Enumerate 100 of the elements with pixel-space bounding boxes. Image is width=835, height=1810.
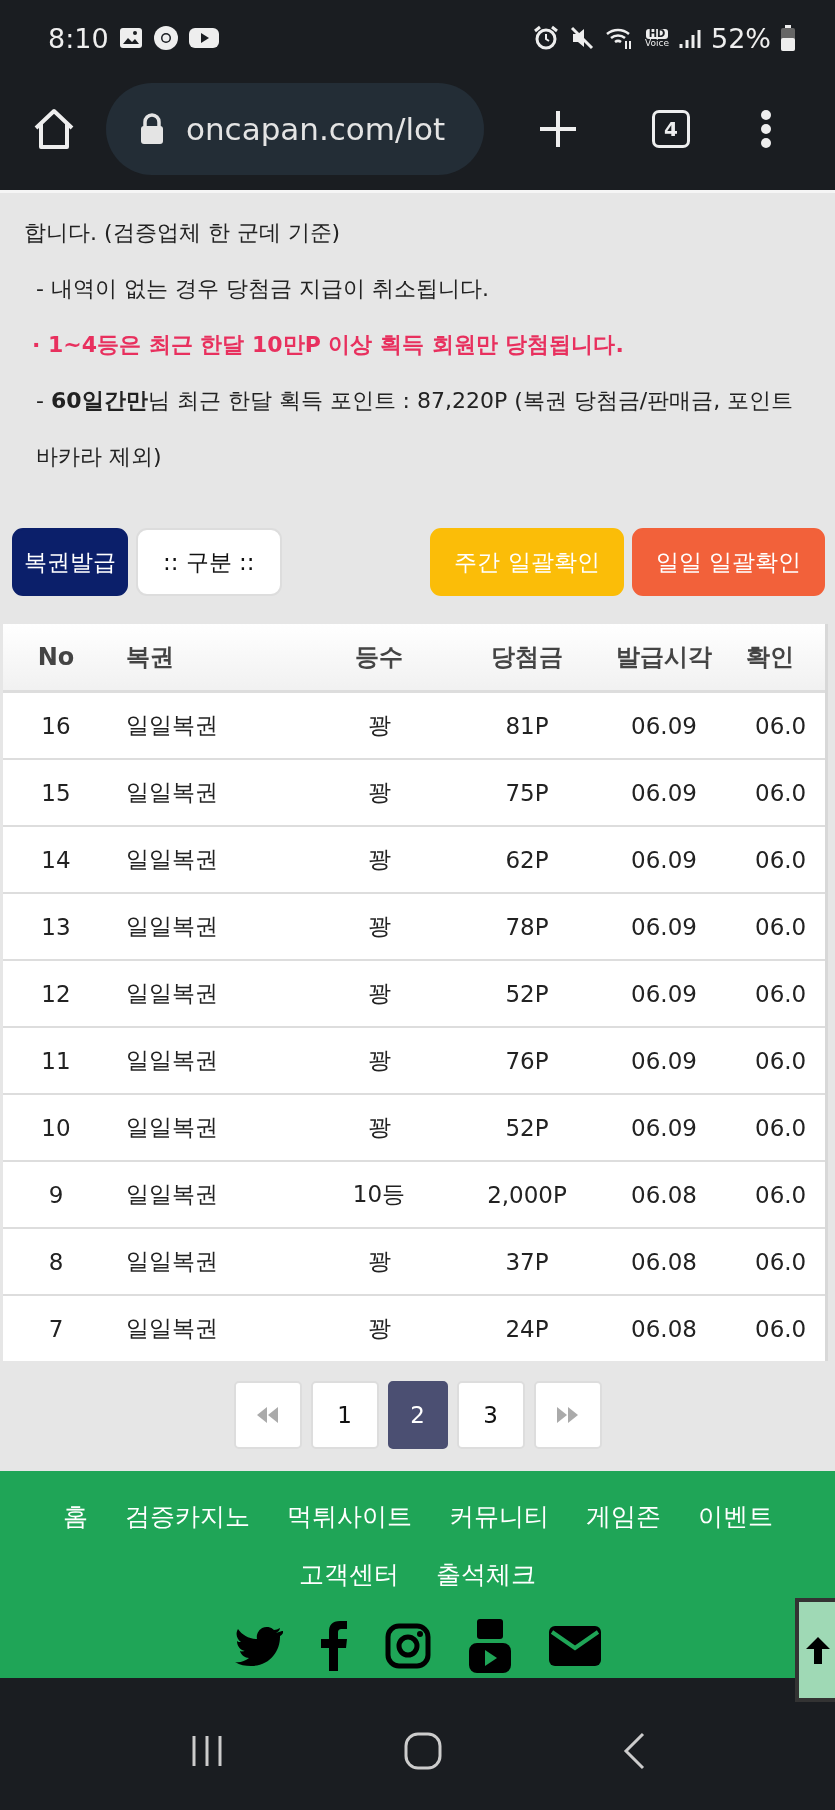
footer-link[interactable]: 홈 [62, 1493, 88, 1541]
table-cell: 06.09 [585, 1094, 743, 1161]
up-arrow-icon [804, 1635, 832, 1665]
bird-icon[interactable] [234, 1626, 283, 1666]
table-cell: 76P [469, 1027, 585, 1094]
address-bar[interactable]: oncapan.com/lot [106, 83, 484, 175]
table-cell: 꽝 [289, 1295, 469, 1361]
page-button[interactable]: 2 [387, 1381, 448, 1449]
table-cell: 06.09 [585, 960, 743, 1027]
battery-icon [781, 25, 795, 51]
last-page-icon [556, 1407, 579, 1423]
table-cell: 일일복권 [109, 960, 289, 1027]
table-cell: 꽝 [289, 759, 469, 826]
table-cell: 06.0 [743, 759, 825, 826]
footer-link[interactable]: 고객센터 [299, 1551, 399, 1599]
tab-count-button[interactable]: 4 [652, 110, 690, 148]
recent-apps-icon[interactable] [190, 1733, 225, 1768]
table-cell: 06.0 [743, 893, 825, 960]
table-cell: 06.0 [743, 1027, 825, 1094]
footer-link[interactable]: 출석체크 [436, 1551, 536, 1599]
table-cell: 78P [469, 893, 585, 960]
table-cell: 일일복권 [109, 1027, 289, 1094]
notice-text: - 60일간만님 최근 한달 획득 포인트 : 87,220P (복권 당첨금/판매금, 포인트 바카라 제외) [35, 387, 795, 471]
home-button-icon[interactable] [404, 1731, 443, 1770]
table-cell: 꽝 [289, 893, 469, 960]
alarm-icon [533, 25, 560, 51]
table-cell: 06.09 [585, 826, 743, 893]
footer-link[interactable]: 이벤트 [697, 1493, 773, 1541]
table-cell: 11 [3, 1027, 109, 1094]
table-cell: 일일복권 [109, 1295, 289, 1361]
table-cell: 81P [469, 691, 585, 759]
table-cell: 일일복권 [109, 893, 289, 960]
action-button[interactable]: 복권발급 [12, 528, 128, 596]
footer-link[interactable]: 커뮤니티 [448, 1493, 549, 1541]
lock-icon [140, 113, 164, 145]
table-cell: 일일복권 [109, 1161, 289, 1228]
table-cell: 24P [469, 1295, 585, 1361]
table-cell: 12 [3, 960, 109, 1027]
table-cell: 꽝 [289, 1228, 469, 1295]
table-cell: 06.0 [743, 1161, 825, 1228]
table-cell: 일일복권 [109, 1094, 289, 1161]
table-cell: 일일복권 [109, 691, 289, 759]
table-cell: 06.08 [585, 1161, 743, 1228]
action-button[interactable]: 주간 일괄확인 [430, 528, 624, 596]
table-cell: 13 [3, 893, 109, 960]
page-button[interactable]: 3 [456, 1381, 525, 1449]
table-cell: 꽝 [289, 1027, 469, 1094]
table-cell: 10 [3, 1094, 109, 1161]
table-cell: 37P [469, 1228, 585, 1295]
table-cell: 06.09 [585, 893, 743, 960]
more-menu-icon[interactable] [760, 109, 772, 149]
table-cell: 9 [3, 1161, 109, 1228]
table-cell: 2,000P [469, 1161, 585, 1228]
first-page-icon [256, 1407, 279, 1423]
video-logo-icon[interactable] [468, 1619, 511, 1673]
video-play-icon [188, 27, 219, 49]
table-cell: 06.08 [585, 1228, 743, 1295]
plus-icon[interactable] [538, 109, 578, 149]
table-cell: 52P [469, 1094, 585, 1161]
footer-link[interactable]: 먹튀사이트 [286, 1493, 412, 1541]
facebook-icon[interactable] [320, 1621, 347, 1671]
table-cell: 일일복권 [109, 826, 289, 893]
action-button[interactable]: 일일 일괄확인 [631, 528, 825, 596]
table-cell: 06.0 [743, 1295, 825, 1361]
mail-icon[interactable] [548, 1626, 601, 1666]
table-cell: 62P [469, 826, 585, 893]
table-cell: 꽝 [289, 691, 469, 759]
table-cell: 꽝 [289, 826, 469, 893]
notice-text: · 1~4등은 최근 한달 10만P 이상 획득 회원만 당첨됩니다. [31, 331, 625, 359]
footer-link[interactable]: 검증카지노 [124, 1493, 250, 1541]
table-cell: 꽝 [289, 960, 469, 1027]
table-cell: 15 [3, 759, 109, 826]
table-cell: 06.0 [743, 960, 825, 1027]
scroll-top-button[interactable] [795, 1598, 835, 1702]
table-cell: 8 [3, 1228, 109, 1295]
image-icon [118, 27, 143, 49]
table-cell: 꽝 [289, 1094, 469, 1161]
table-cell: 일일복권 [109, 759, 289, 826]
table-cell: 06.09 [585, 691, 743, 759]
page-button[interactable]: 1 [310, 1381, 379, 1449]
back-icon[interactable] [622, 1731, 645, 1770]
table-cell: 16 [3, 691, 109, 759]
table-cell: 일일복권 [109, 1228, 289, 1295]
table-cell: 10등 [289, 1161, 469, 1228]
clock-time: 8:10 [48, 22, 109, 54]
table-cell: 06.09 [585, 759, 743, 826]
table-cell: 75P [469, 759, 585, 826]
home-icon[interactable] [32, 107, 76, 151]
table-cell: 06.0 [743, 1094, 825, 1161]
table-cell: 06.09 [585, 1027, 743, 1094]
table-cell: 52P [469, 960, 585, 1027]
instagram-icon[interactable] [384, 1623, 431, 1669]
footer-link[interactable]: 게임존 [585, 1493, 661, 1541]
table-cell: 7 [3, 1295, 109, 1361]
notice-text: 합니다. (검증업체 한 군데 기준) [24, 219, 342, 247]
table-cell: 06.0 [743, 826, 825, 893]
table-cell: 06.0 [743, 691, 825, 759]
url-text: oncapan.com/lot [186, 111, 446, 147]
action-button[interactable]: :: 구분 :: [136, 528, 282, 596]
table-cell: 14 [3, 826, 109, 893]
